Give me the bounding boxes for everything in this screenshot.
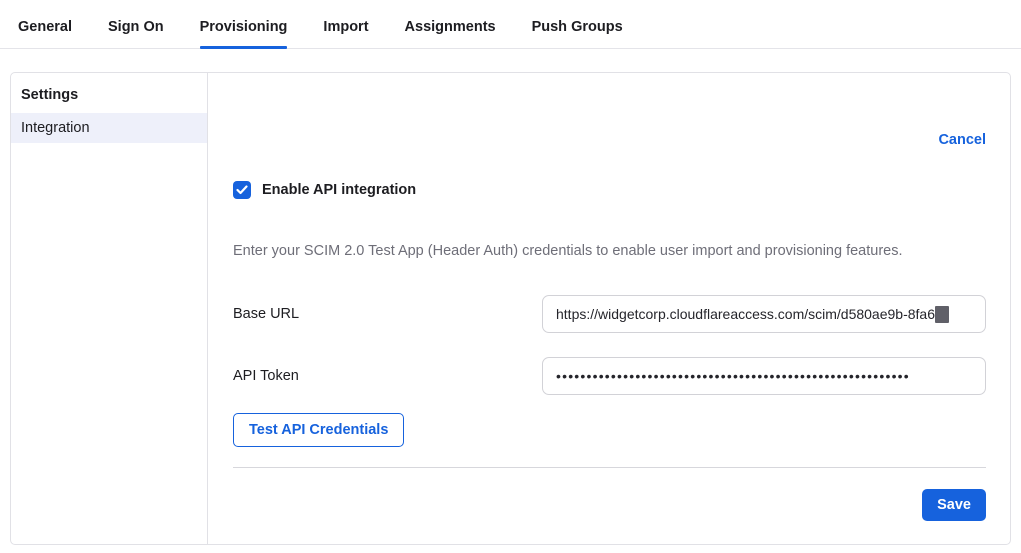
sidebar-heading: Settings — [11, 87, 207, 113]
tab-assignments[interactable]: Assignments — [405, 19, 496, 48]
save-button[interactable]: Save — [922, 489, 986, 521]
integration-settings-content: Cancel Enable API integration Enter your… — [208, 73, 1010, 544]
api-token-masked-value: ••••••••••••••••••••••••••••••••••••••••… — [556, 368, 910, 384]
footer-divider — [233, 467, 986, 468]
base-url-label: Base URL — [233, 306, 542, 322]
api-token-input[interactable]: ••••••••••••••••••••••••••••••••••••••••… — [542, 357, 986, 395]
enable-api-integration-label: Enable API integration — [262, 182, 416, 198]
tab-push-groups[interactable]: Push Groups — [532, 19, 623, 48]
provisioning-panel: Settings Integration Cancel Enable API i… — [10, 72, 1011, 545]
tab-import[interactable]: Import — [323, 19, 368, 48]
api-token-row: API Token ••••••••••••••••••••••••••••••… — [233, 357, 986, 395]
cancel-row: Cancel — [233, 73, 986, 149]
base-url-value: https://widgetcorp.cloudflareaccess.com/… — [556, 306, 935, 322]
text-selection-cursor — [935, 306, 949, 323]
base-url-row: Base URL https://widgetcorp.cloudflareac… — [233, 295, 986, 333]
test-credentials-row: Test API Credentials — [233, 413, 986, 447]
tab-sign-on[interactable]: Sign On — [108, 19, 164, 48]
app-tab-bar: General Sign On Provisioning Import Assi… — [0, 0, 1021, 49]
test-api-credentials-button[interactable]: Test API Credentials — [233, 413, 404, 447]
save-row: Save — [233, 489, 986, 521]
api-token-label: API Token — [233, 368, 542, 384]
sidebar-item-integration[interactable]: Integration — [11, 113, 207, 143]
base-url-input[interactable]: https://widgetcorp.cloudflareaccess.com/… — [542, 295, 986, 333]
cancel-button[interactable]: Cancel — [938, 132, 986, 148]
tab-general[interactable]: General — [18, 19, 72, 48]
checkmark-icon — [236, 185, 248, 195]
tab-provisioning[interactable]: Provisioning — [200, 19, 288, 48]
enable-api-integration-checkbox[interactable] — [233, 181, 251, 199]
enable-api-integration-row: Enable API integration — [233, 181, 986, 199]
settings-sidebar: Settings Integration — [11, 73, 208, 544]
credentials-description: Enter your SCIM 2.0 Test App (Header Aut… — [233, 243, 986, 259]
